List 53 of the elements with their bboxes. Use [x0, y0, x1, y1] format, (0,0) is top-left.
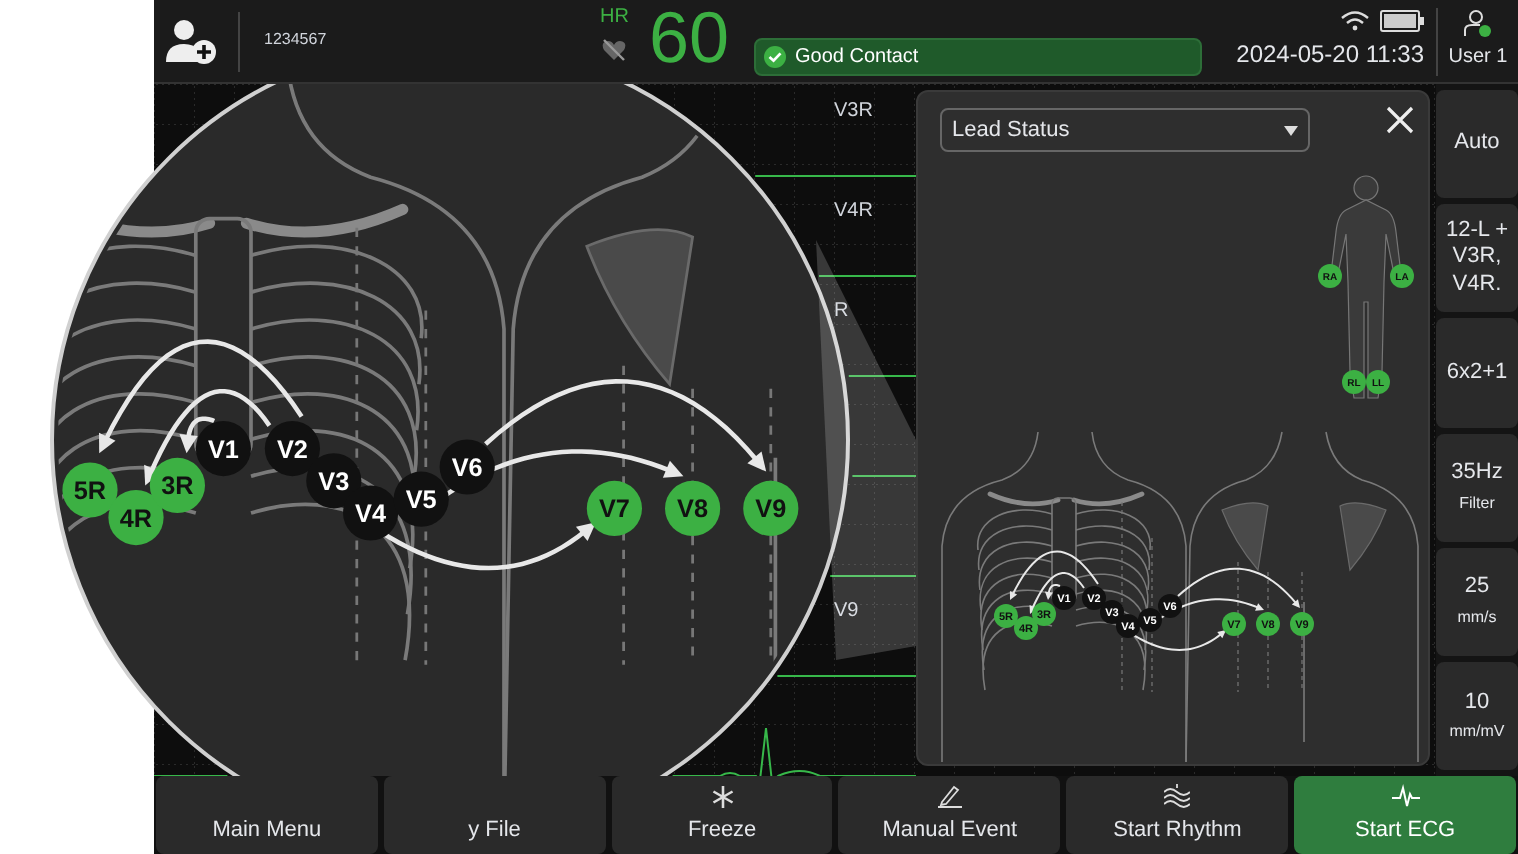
- snowflake-icon: [711, 785, 734, 807]
- electrode-marker: 5R: [62, 462, 118, 518]
- shoulder-blade: [1221, 502, 1269, 571]
- side-option-button[interactable]: 6x2+1: [1436, 318, 1518, 428]
- side-option-button[interactable]: 25 mm/s: [1436, 547, 1518, 656]
- electrode-marker: V7: [586, 480, 642, 536]
- lead-label: V4R: [834, 198, 873, 226]
- contact-status-text: Good Contact: [795, 44, 919, 72]
- toolbar-button[interactable]: Start ECG: [1294, 776, 1516, 854]
- side-option-button[interactable]: 35Hz Filter: [1436, 433, 1518, 542]
- toolbar-button[interactable]: y File: [383, 776, 606, 854]
- side-option-button[interactable]: 10 mm/mV: [1436, 661, 1518, 771]
- caret-icon: [1284, 125, 1298, 135]
- spine-line: [1303, 601, 1305, 743]
- electrode-marker: V9: [743, 480, 799, 536]
- patient-id: 1234567: [264, 30, 327, 48]
- hr-label: HR: [600, 8, 629, 28]
- close-icon: [1386, 106, 1414, 134]
- curved-arrow: [1131, 630, 1226, 651]
- check-circle-icon: [763, 46, 785, 68]
- electrode-marker: 3R: [149, 457, 205, 513]
- pulse-icon: [1391, 783, 1420, 807]
- dashed-guide-line: [1267, 571, 1269, 693]
- dashed-guide-line: [1237, 561, 1239, 693]
- waves-icon: [1164, 783, 1191, 807]
- pen-icon: [937, 783, 962, 807]
- electrode-marker: V8: [665, 480, 721, 536]
- battery-icon: [1380, 10, 1424, 32]
- side-option-button[interactable]: Auto: [1436, 90, 1518, 199]
- lead-view-dropdown[interactable]: Lead Status: [940, 108, 1310, 152]
- electrode-marker: V5: [393, 471, 449, 527]
- toolbar-button[interactable]: Freeze: [611, 776, 833, 854]
- electrode-marker: V2: [264, 421, 320, 477]
- user-button[interactable]: User 1: [1438, 10, 1518, 72]
- side-option-button[interactable]: 12-L + V3R, V4R.: [1436, 204, 1518, 313]
- electrode-marker: 4R: [108, 490, 164, 546]
- lead-label: R: [834, 298, 849, 326]
- lead-label: V9: [834, 598, 859, 626]
- add-user-icon[interactable]: [166, 17, 218, 65]
- lead-label: V3R: [834, 98, 873, 126]
- toolbar-button[interactable]: Main Menu: [156, 776, 378, 854]
- dashed-guide-line: [1301, 571, 1303, 693]
- electrode-marker: V6: [439, 439, 495, 495]
- toolbar-button[interactable]: Start Rhythm: [1066, 776, 1289, 854]
- shoulder-blade: [1339, 502, 1387, 571]
- toolbar-button[interactable]: Manual Event: [838, 776, 1061, 854]
- close-button[interactable]: [1386, 106, 1414, 134]
- heart-rate-value: 60: [648, 1, 729, 73]
- heart-icon: [602, 38, 627, 62]
- user-icon: [1464, 10, 1492, 38]
- electrode-marker: V1: [195, 421, 251, 477]
- wifi-icon: [1340, 10, 1370, 32]
- date-time: 2024-05-20 11:33: [1236, 38, 1424, 72]
